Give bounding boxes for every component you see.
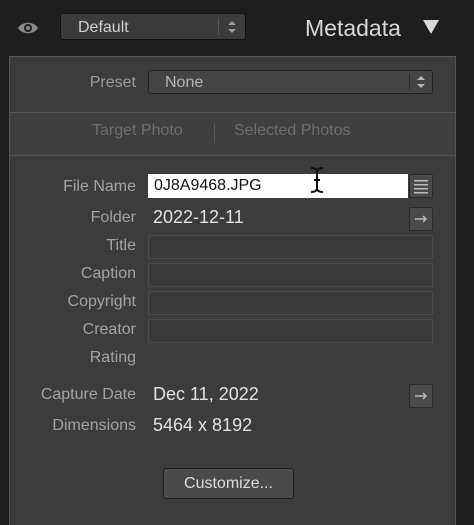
capture-date-value: Dec 11, 2022 [153,384,259,404]
capture-date-label: Capture Date [40,386,136,403]
caption-field[interactable] [148,263,433,287]
arrow-right-icon [415,392,428,400]
text-cursor-icon [310,167,324,193]
rating-label: Rating [89,349,136,366]
arrow-right-icon [415,215,428,223]
panel-title: Metadata [305,15,401,41]
triangle-down-icon[interactable] [422,19,440,35]
file-name-label: File Name [63,178,136,195]
dropdown-separator [409,74,410,90]
updown-arrows-icon [228,21,236,33]
tab-separator [214,124,215,143]
folder-goto-button[interactable] [409,207,433,231]
creator-field[interactable] [148,319,433,343]
file-name-options-button[interactable] [409,174,433,198]
updown-arrows-icon [417,76,425,88]
panel-header: Default Metadata [0,0,474,56]
customize-button[interactable]: Customize... [163,468,294,499]
capture-date-goto-button[interactable] [409,384,433,408]
dimensions-value: 5464 x 8192 [153,415,253,435]
preset-label: Preset [89,74,136,91]
divider [9,155,456,156]
file-name-input[interactable] [148,174,408,198]
eye-icon[interactable] [16,16,40,40]
tab-selected-photos[interactable]: Selected Photos [234,122,351,140]
preset-dropdown[interactable]: None [148,70,433,94]
copyright-label: Copyright [67,293,136,310]
copyright-field[interactable] [148,291,433,315]
target-tabs [10,113,455,155]
creator-label: Creator [82,321,136,338]
tab-target-photo[interactable]: Target Photo [92,122,183,140]
title-field[interactable] [148,235,433,259]
caption-label: Caption [80,265,136,282]
folder-value: 2022-12-11 [153,207,244,227]
dropdown-separator [218,18,219,35]
preset-value: None [165,74,204,91]
preset-selector-dropdown[interactable]: Default [60,13,246,40]
dimensions-label: Dimensions [52,417,136,434]
list-icon [414,180,428,194]
preset-selector-value: Default [78,19,129,36]
folder-label: Folder [90,209,136,226]
title-label: Title [106,237,136,254]
